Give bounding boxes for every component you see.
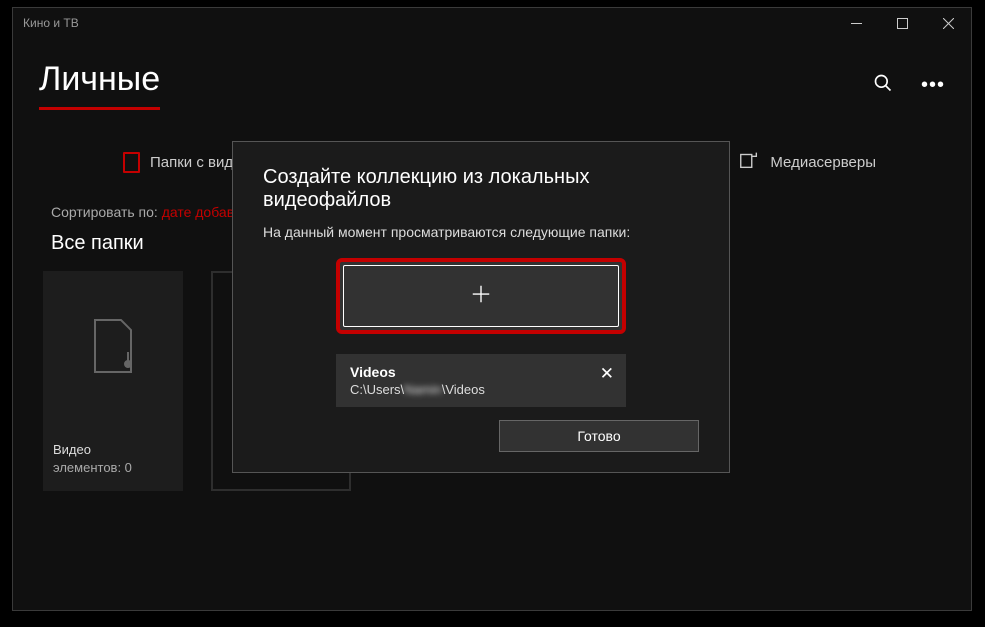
- folder-icon: [123, 152, 140, 173]
- add-collection-dialog: Создайте коллекцию из локальных видеофай…: [232, 141, 730, 473]
- tab-video-folders[interactable]: Папки с видео: [123, 152, 250, 173]
- page-title: Личные: [39, 60, 160, 110]
- search-icon[interactable]: [873, 73, 893, 98]
- card-name: Видео: [53, 441, 132, 459]
- app-name: Кино и ТВ: [23, 16, 79, 30]
- titlebar: Кино и ТВ: [13, 8, 971, 38]
- tab-label: Медиасерверы: [770, 154, 876, 171]
- close-button[interactable]: [925, 8, 971, 38]
- more-icon[interactable]: •••: [921, 74, 945, 97]
- sort-value[interactable]: дате добав: [162, 204, 234, 220]
- page-header: Личные •••: [13, 38, 971, 120]
- header-actions: •••: [873, 73, 945, 98]
- window-controls: [833, 8, 971, 38]
- plus-icon: [470, 283, 492, 310]
- minimize-button[interactable]: [833, 8, 879, 38]
- maximize-button[interactable]: [879, 8, 925, 38]
- folder-item: Videos C:\Users\Namin\Videos ✕: [336, 354, 626, 407]
- folder-name: Videos: [350, 364, 612, 380]
- sort-label: Сортировать по:: [51, 204, 158, 220]
- dialog-title: Создайте коллекцию из локальных видеофай…: [263, 166, 699, 212]
- folder-path: C:\Users\Namin\Videos: [350, 382, 612, 397]
- tab-media-servers[interactable]: Медиасерверы: [738, 149, 876, 175]
- add-folder-button[interactable]: [336, 258, 626, 334]
- video-folder-card[interactable]: Видео элементов: 0: [43, 271, 183, 491]
- remove-folder-icon[interactable]: ✕: [600, 364, 614, 384]
- card-count: элементов: 0: [53, 459, 132, 477]
- done-label: Готово: [577, 428, 620, 444]
- done-button[interactable]: Готово: [499, 420, 699, 452]
- file-icon: [43, 271, 183, 421]
- dialog-subtitle: На данный момент просматриваются следующ…: [263, 224, 699, 240]
- card-info: Видео элементов: 0: [53, 441, 132, 477]
- server-icon: [738, 149, 760, 175]
